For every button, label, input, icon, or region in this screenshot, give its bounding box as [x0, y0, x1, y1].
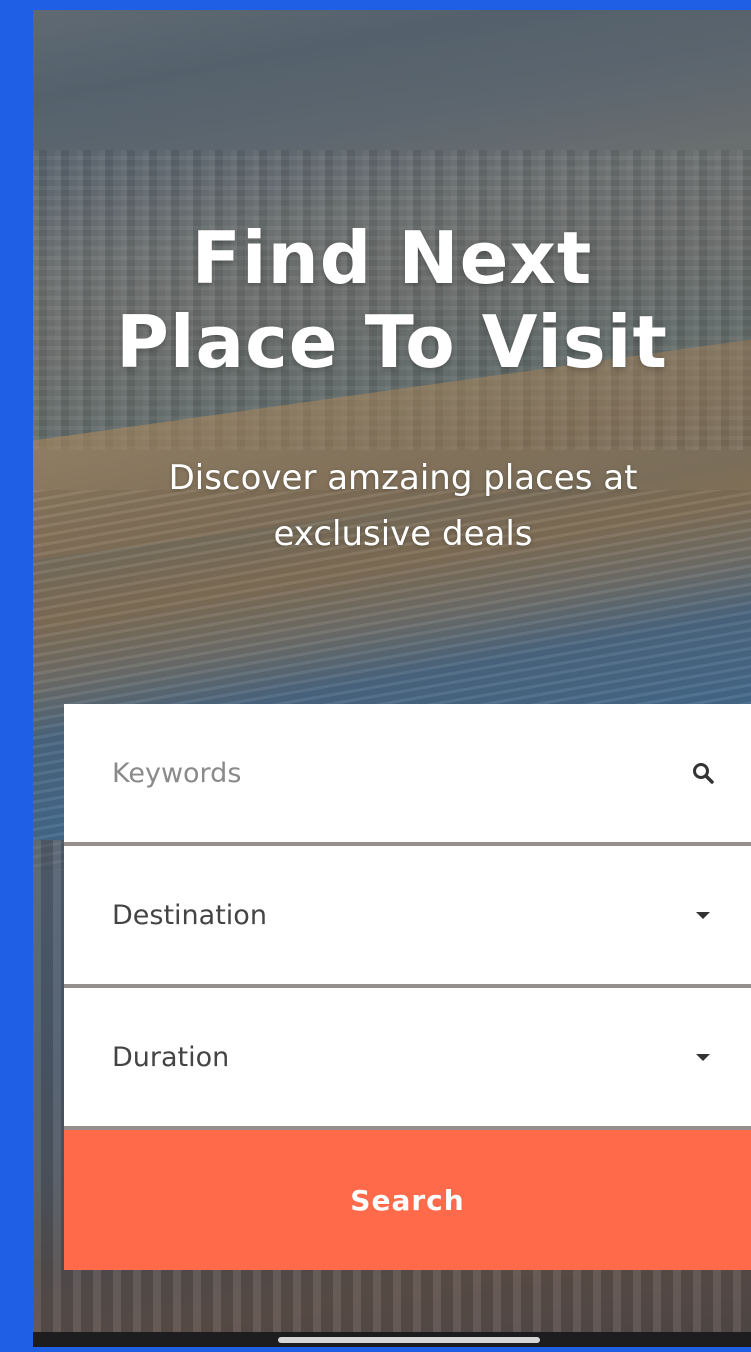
search-button[interactable]: Search — [64, 1130, 751, 1270]
hero-subtitle: Discover amzaing places at exclusive dea… — [73, 450, 733, 562]
system-navigation-bar — [33, 1332, 751, 1347]
hero-title-line-2: Place To Visit — [116, 300, 668, 384]
chevron-down-icon — [689, 1043, 717, 1071]
hero-title-line-1: Find Next — [191, 216, 593, 300]
search-button-label: Search — [350, 1183, 465, 1217]
destination-select-value: Destination — [112, 899, 267, 931]
search-icon[interactable] — [689, 759, 717, 787]
device-frame: Find Next Place To Visit Discover amzain… — [0, 0, 751, 1352]
app-screen: Find Next Place To Visit Discover amzain… — [33, 10, 751, 1347]
chevron-down-icon — [689, 901, 717, 929]
home-indicator[interactable] — [278, 1337, 540, 1343]
phone-border: Find Next Place To Visit Discover amzain… — [0, 0, 751, 1352]
duration-select[interactable]: Duration — [64, 988, 751, 1130]
keywords-field — [64, 704, 751, 846]
search-form: Destination Duration Search — [64, 704, 751, 1270]
destination-select[interactable]: Destination — [64, 846, 751, 988]
duration-select-value: Duration — [112, 1041, 230, 1073]
keywords-input[interactable] — [112, 757, 672, 789]
hero-title: Find Next Place To Visit — [33, 216, 751, 384]
hero-subtitle-line-2: exclusive deals — [273, 514, 533, 554]
hero-subtitle-line-1: Discover amzaing places at — [168, 458, 638, 498]
